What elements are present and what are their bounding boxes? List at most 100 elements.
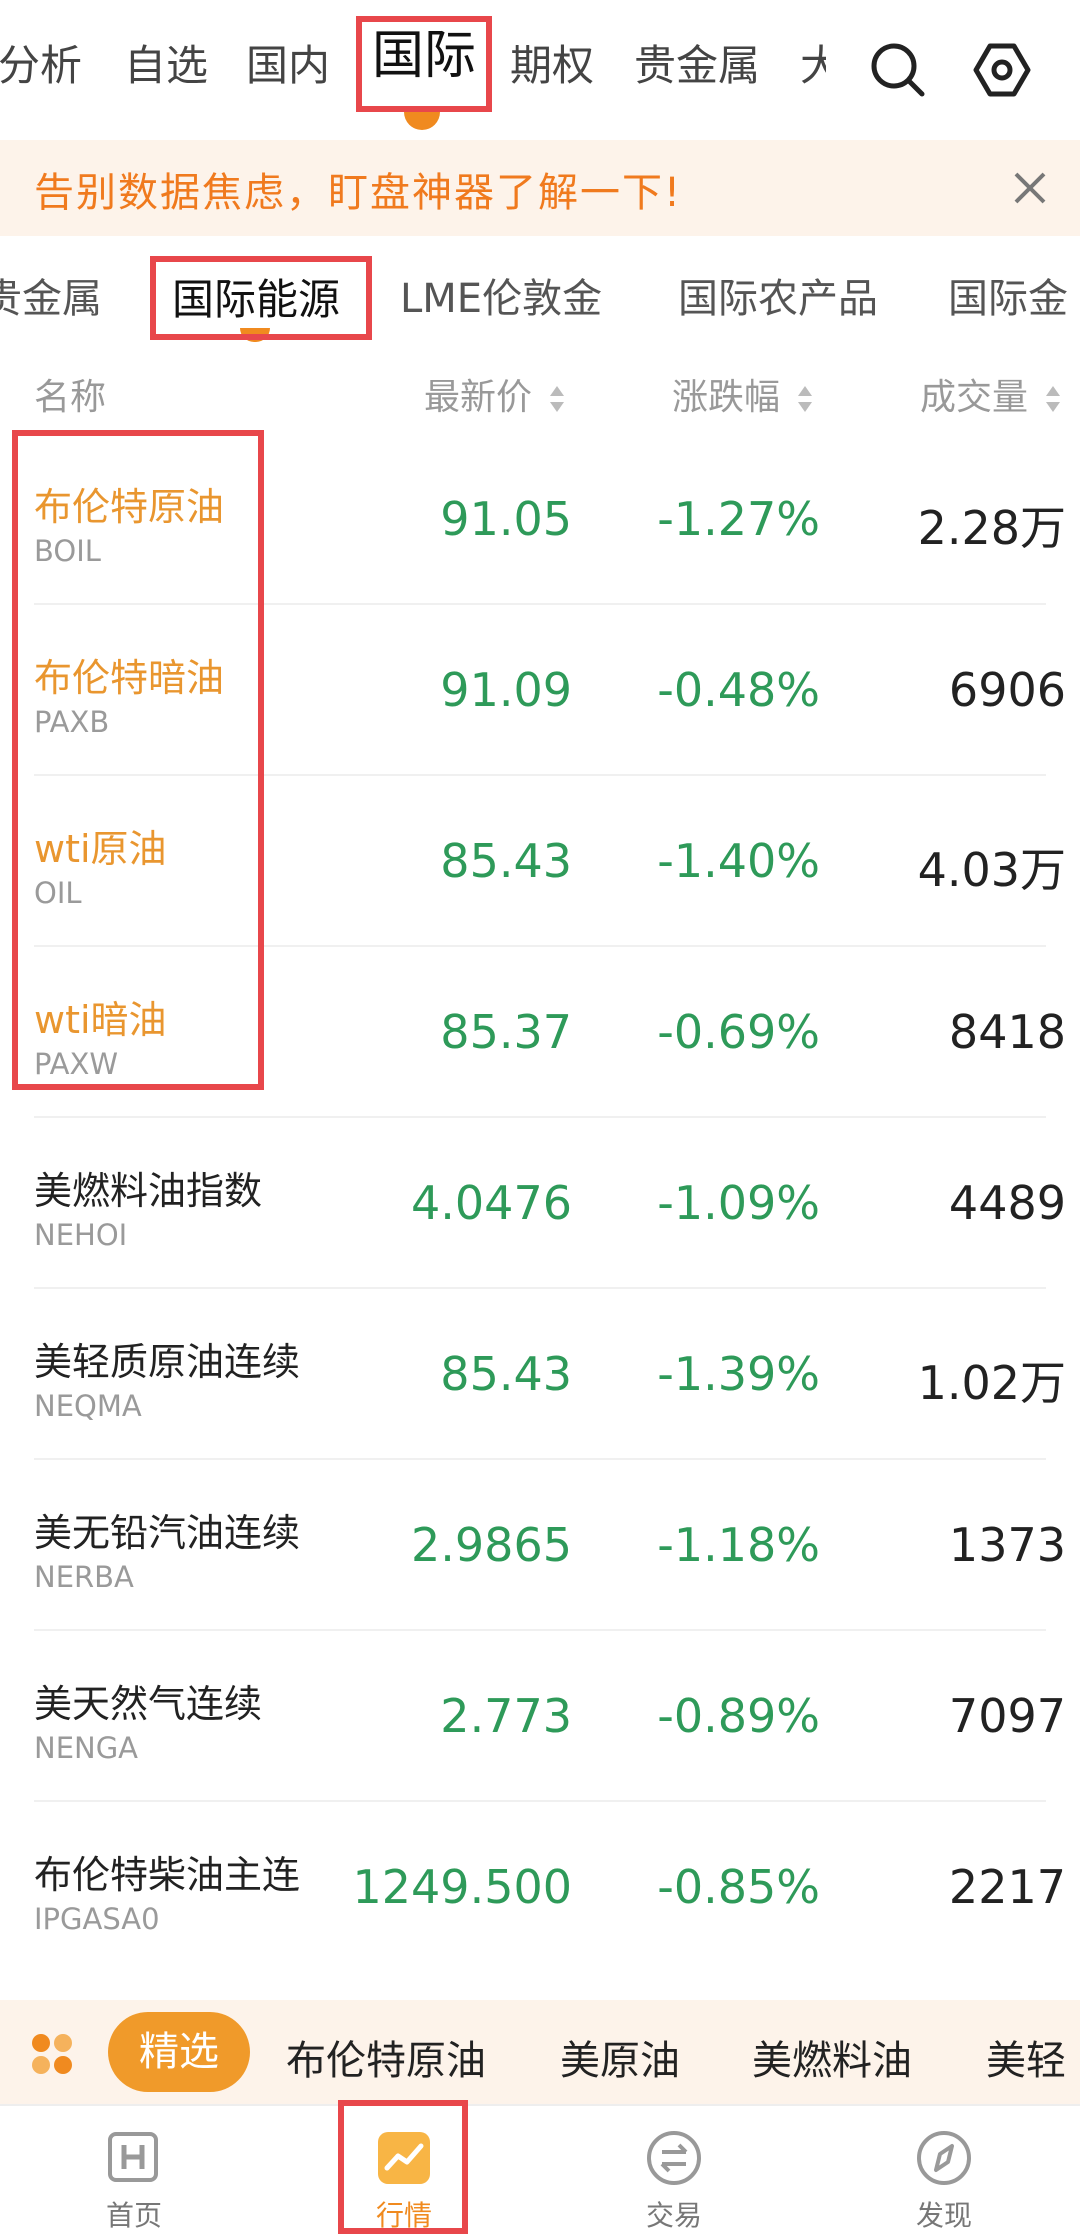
row-volume: 1373: [948, 1518, 1066, 1572]
row-name: 布伦特原油: [34, 485, 225, 529]
sort-icon: [1046, 386, 1061, 412]
quick-filter-item[interactable]: 美轻: [986, 2028, 1066, 2086]
row-price: 85.37: [440, 1005, 572, 1059]
row-name: 美天然气连续: [34, 1682, 263, 1726]
quick-filter-item[interactable]: 美原油: [560, 2028, 680, 2086]
bottom-navigation: 首页 行情 交易 发现: [0, 2104, 1080, 2236]
table-row[interactable]: 布伦特柴油主连 IPGASA0 1249.500 -0.85% 2217: [0, 1802, 1080, 1973]
nav-market[interactable]: 行情: [304, 2106, 504, 2236]
row-volume: 7097: [948, 1689, 1066, 1743]
subtab-lme[interactable]: LME伦敦金: [400, 266, 602, 324]
row-code: OIL: [34, 876, 82, 910]
row-volume: 2217: [948, 1860, 1066, 1914]
nav-home[interactable]: 首页: [34, 2106, 234, 2236]
nav-trade[interactable]: 交易: [574, 2106, 774, 2236]
row-price: 2.773: [440, 1689, 572, 1743]
row-price: 1249.500: [352, 1860, 573, 1914]
row-volume: 4.03万: [917, 843, 1066, 897]
tab-precious-metals[interactable]: 贵金属: [634, 36, 760, 96]
row-volume: 4489: [948, 1176, 1066, 1230]
row-change: -0.48%: [657, 663, 820, 717]
close-icon[interactable]: [1004, 162, 1056, 214]
quick-filter-item[interactable]: 布伦特原油: [286, 2028, 486, 2086]
row-name: 布伦特柴油主连: [34, 1853, 301, 1897]
row-price: 91.09: [440, 663, 572, 717]
table-header: 名称 最新价 涨跌幅 成交量: [0, 348, 1080, 432]
grid-menu-icon[interactable]: [30, 2032, 74, 2080]
tab-international[interactable]: 国际: [372, 26, 476, 86]
settings-icon[interactable]: [972, 40, 1032, 100]
row-change: -0.85%: [657, 1860, 820, 1914]
banner-text: 告别数据焦虑，盯盘神器了解一下!: [34, 170, 683, 216]
row-name: 美燃料油指数: [34, 1169, 263, 1213]
row-code: PAXW: [34, 1047, 119, 1081]
column-change-sort[interactable]: 涨跌幅: [672, 368, 813, 420]
tab-more-partial[interactable]: 大: [800, 36, 826, 96]
nav-label-market: 行情: [375, 2199, 432, 2232]
table-row[interactable]: 美燃料油指数 NEHOI 4.0476 -1.09% 4489: [0, 1118, 1080, 1289]
table-row[interactable]: 美轻质原油连续 NEQMA 85.43 -1.39% 1.02万: [0, 1289, 1080, 1460]
subtab-intl-energy[interactable]: 国际能源: [172, 266, 340, 327]
sub-tab-bar: 贵金属 国际能源 LME伦敦金 国际农产品 国际金: [0, 236, 1080, 348]
tab-analysis[interactable]: 分析: [0, 36, 82, 96]
promo-banner[interactable]: 告别数据焦虑，盯盘神器了解一下!: [0, 140, 1080, 236]
row-price: 4.0476: [411, 1176, 572, 1230]
subtab-intl-agri[interactable]: 国际农产品: [678, 266, 878, 324]
nav-discover[interactable]: 发现: [844, 2106, 1044, 2236]
compass-icon: [917, 2131, 971, 2185]
column-change-label: 涨跌幅: [672, 377, 781, 418]
home-h-icon: [108, 2132, 158, 2182]
market-chart-icon: [378, 2132, 430, 2184]
sort-icon: [798, 386, 813, 412]
row-change: -1.09%: [657, 1176, 820, 1230]
row-code: BOIL: [34, 534, 101, 568]
row-name: wti原油: [34, 827, 167, 871]
row-volume: 2.28万: [917, 501, 1066, 555]
row-code: PAXB: [34, 705, 110, 739]
row-volume: 8418: [948, 1005, 1066, 1059]
row-name: 美轻质原油连续: [34, 1340, 301, 1384]
row-change: -0.69%: [657, 1005, 820, 1059]
row-name: 美无铅汽油连续: [34, 1511, 301, 1555]
tab-watchlist[interactable]: 自选: [124, 36, 208, 96]
table-row[interactable]: wti原油 OIL 85.43 -1.40% 4.03万: [0, 776, 1080, 947]
row-price: 2.9865: [411, 1518, 572, 1572]
active-tab-indicator: [404, 112, 440, 130]
nav-label-home: 首页: [105, 2199, 162, 2232]
row-code: NEQMA: [34, 1389, 142, 1423]
column-price-sort[interactable]: 最新价: [424, 368, 565, 420]
table-row[interactable]: 美天然气连续 NENGA 2.773 -0.89% 7097: [0, 1631, 1080, 1802]
row-name: 布伦特暗油: [34, 656, 225, 700]
table-row[interactable]: wti暗油 PAXW 85.37 -0.69% 8418: [0, 947, 1080, 1118]
row-change: -0.89%: [657, 1689, 820, 1743]
row-volume: 6906: [948, 663, 1066, 717]
row-price: 85.43: [440, 1347, 572, 1401]
table-row[interactable]: 布伦特暗油 PAXB 91.09 -0.48% 6906: [0, 605, 1080, 776]
row-volume: 1.02万: [917, 1356, 1066, 1410]
table-row[interactable]: 布伦特原油 BOIL 91.05 -1.27% 2.28万: [0, 434, 1080, 605]
row-code: NEHOI: [34, 1218, 128, 1252]
quick-filter-featured[interactable]: 精选: [108, 2012, 250, 2092]
tab-options[interactable]: 期权: [510, 36, 594, 96]
row-code: IPGASA0: [34, 1902, 160, 1936]
column-volume-label: 成交量: [920, 377, 1029, 418]
sort-icon: [550, 386, 565, 412]
row-change: -1.40%: [657, 834, 820, 888]
search-icon[interactable]: [868, 40, 928, 100]
quick-filter-bar: 精选 布伦特原油 美原油 美燃料油 美轻: [0, 2000, 1080, 2104]
row-change: -1.39%: [657, 1347, 820, 1401]
row-price: 85.43: [440, 834, 572, 888]
tab-domestic[interactable]: 国内: [246, 36, 330, 96]
row-name: wti暗油: [34, 998, 167, 1042]
table-row[interactable]: 美无铅汽油连续 NERBA 2.9865 -1.18% 1373: [0, 1460, 1080, 1631]
top-tab-bar: 分析 自选 国内 国际 期权 贵金属 大: [0, 0, 1080, 140]
subtab-precious-metals[interactable]: 贵金属: [0, 266, 102, 324]
subtab-intl-finance[interactable]: 国际金: [948, 266, 1068, 324]
active-subtab-indicator: [240, 328, 270, 342]
row-change: -1.27%: [657, 492, 820, 546]
quick-filter-item[interactable]: 美燃料油: [752, 2028, 912, 2086]
nav-label-discover: 发现: [915, 2199, 972, 2232]
column-volume-sort[interactable]: 成交量: [920, 368, 1061, 420]
row-code: NERBA: [34, 1560, 134, 1594]
row-price: 91.05: [440, 492, 572, 546]
